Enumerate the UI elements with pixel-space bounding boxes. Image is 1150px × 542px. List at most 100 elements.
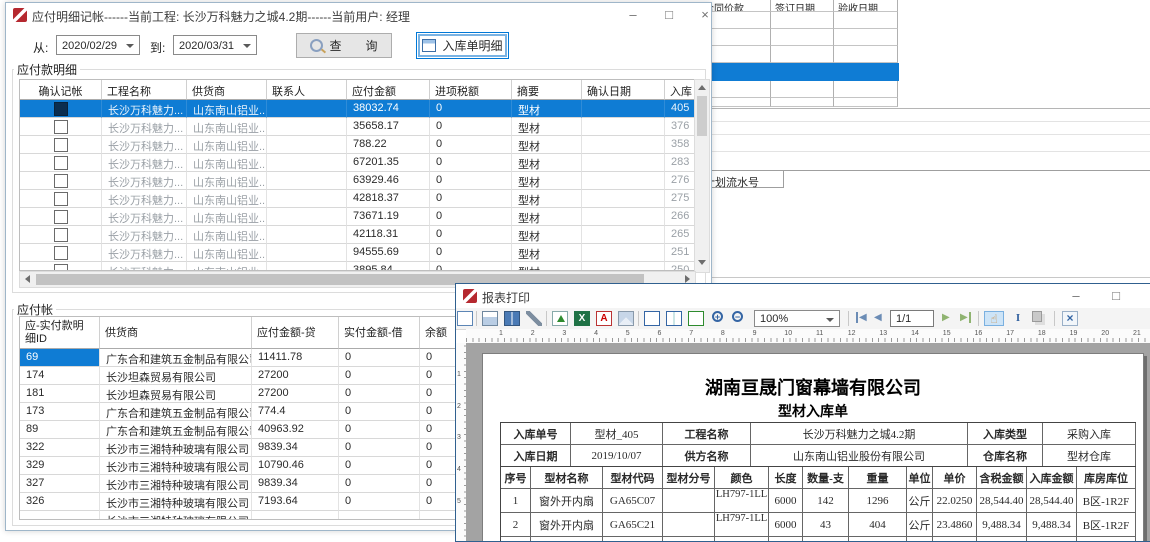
detail-table-row[interactable]: 长沙万科魅力... 山东南山铝业... 788.22 0 型材 358 <box>20 136 694 154</box>
contract-row[interactable] <box>700 12 899 29</box>
checkbox[interactable] <box>54 120 68 134</box>
confirm-cell[interactable] <box>20 190 102 208</box>
excel-export-icon[interactable]: X <box>574 311 590 326</box>
document-icon[interactable] <box>457 311 473 326</box>
contract-row[interactable] <box>700 46 899 63</box>
col-supplier[interactable]: 供货商 <box>100 317 252 349</box>
confirm-cell[interactable] <box>20 136 102 154</box>
cell-amount: 94555.69 <box>347 244 430 262</box>
preview-workspace[interactable]: 湖南亘晟门窗幕墙有限公司 型材入库单 入库单号 型材_405 工程名称 长沙万科… <box>466 343 1150 542</box>
first-page-icon[interactable]: ◀ <box>856 312 867 323</box>
chevron-down-icon[interactable] <box>243 44 251 48</box>
payable-window-titlebar[interactable]: 应付明细记帐------当前工程: 长沙万科魅力之城4.2期------当前用户… <box>6 3 711 27</box>
checkbox[interactable] <box>54 246 68 260</box>
col-payable[interactable]: 应付金额-贷 <box>252 317 339 349</box>
col-detail-id[interactable]: 应-实付款明细ID <box>20 317 100 349</box>
scroll-down-icon[interactable] <box>698 260 706 265</box>
col-project[interactable]: 工程名称 <box>102 80 187 100</box>
detail-vscrollbar[interactable] <box>694 79 710 273</box>
contract-row-selected[interactable] <box>700 63 899 81</box>
detail-group-label: 应付款明细 <box>14 61 80 78</box>
chevron-down-icon[interactable] <box>126 44 134 48</box>
minimize-button[interactable]: – <box>1061 286 1091 306</box>
checkbox[interactable] <box>54 102 68 116</box>
contract-row[interactable] <box>700 98 899 107</box>
mail-export-icon[interactable] <box>618 311 634 326</box>
maximize-button[interactable]: □ <box>1101 286 1131 306</box>
export-icon[interactable] <box>552 311 568 326</box>
copy-icon[interactable] <box>1032 311 1042 322</box>
checkbox[interactable] <box>54 192 68 206</box>
maximize-button[interactable]: □ <box>654 5 684 25</box>
detail-table-row[interactable]: 长沙万科魅力... 山东南山铝业... 63929.46 0 型材 276 <box>20 172 694 190</box>
settings-icon[interactable] <box>526 311 542 326</box>
confirm-cell[interactable] <box>20 262 102 270</box>
col-qty: 数量-支 <box>803 467 849 489</box>
close-button[interactable]: × <box>690 5 712 25</box>
prev-page-icon[interactable]: ◀ <box>874 312 882 323</box>
detail-table-row[interactable]: 长沙万科魅力... 山东南山铝业... 94555.69 0 型材 251 <box>20 244 694 262</box>
col-color: 颜色 <box>715 467 769 489</box>
confirm-cell[interactable] <box>20 154 102 172</box>
col-tax[interactable]: 进项税额 <box>430 80 512 100</box>
confirm-cell[interactable] <box>20 118 102 136</box>
single-page-view-icon[interactable] <box>644 311 660 326</box>
checkbox[interactable] <box>54 174 68 188</box>
text-select-tool-icon[interactable]: I <box>1010 311 1026 326</box>
to-date-combo[interactable]: 2020/03/31 <box>173 35 257 55</box>
multi-page-view-icon[interactable] <box>688 311 704 326</box>
zoom-in-icon[interactable]: + <box>712 311 723 322</box>
checkbox[interactable] <box>54 156 68 170</box>
checkbox[interactable] <box>54 138 68 152</box>
col-amount[interactable]: 应付金额 <box>347 80 430 100</box>
col-confirm[interactable]: 确认记帐 <box>20 80 102 100</box>
minimize-button[interactable]: – <box>618 5 648 25</box>
col-summary[interactable]: 摘要 <box>512 80 582 100</box>
next-page-icon[interactable]: ▶ <box>942 312 950 323</box>
col-supplier[interactable]: 供货商 <box>187 80 267 100</box>
zoom-level-combo[interactable]: 100% <box>754 310 840 327</box>
query-button[interactable]: 查 询 <box>296 33 392 58</box>
close-preview-icon[interactable]: × <box>1062 311 1078 326</box>
detail-table-header[interactable]: 确认记帐 工程名称 供货商 联系人 应付金额 进项税额 摘要 确认日期 入库 <box>20 80 694 100</box>
confirm-cell[interactable] <box>20 208 102 226</box>
inbound-detail-button[interactable]: 入库单明细 <box>416 32 509 59</box>
confirm-cell[interactable] <box>20 100 102 118</box>
detail-table-row[interactable]: 长沙万科魅力... 山东南山铝业... 42118.31 0 型材 265 <box>20 226 694 244</box>
checkbox[interactable] <box>54 264 68 270</box>
confirm-cell[interactable] <box>20 226 102 244</box>
contract-row[interactable] <box>700 29 899 46</box>
col-paid[interactable]: 实付金额-借 <box>339 317 420 349</box>
checkbox[interactable] <box>54 228 68 242</box>
report-window-titlebar[interactable]: 报表打印 – □ <box>456 284 1150 308</box>
detail-table-row[interactable]: 长沙万科魅力... 山东南山铝业... 3895.84 0 型材 250 <box>20 262 694 270</box>
col-contact[interactable]: 联系人 <box>267 80 347 100</box>
print-icon[interactable] <box>482 311 498 326</box>
payable-window-title: 应付明细记帐------当前工程: 长沙万科魅力之城4.2期------当前用户… <box>32 8 410 25</box>
detail-table-row[interactable]: 长沙万科魅力... 山东南山铝业... 42818.37 0 型材 275 <box>20 190 694 208</box>
inbound-date-label: 入库日期 <box>501 445 571 467</box>
checkbox[interactable] <box>54 210 68 224</box>
chevron-down-icon[interactable] <box>826 318 834 322</box>
col-inbound[interactable]: 入库 <box>665 80 694 100</box>
detail-table-row[interactable]: 长沙万科魅力... 山东南山铝业... 35658.17 0 型材 376 <box>20 118 694 136</box>
zoom-out-icon[interactable]: − <box>732 311 743 322</box>
vscroll-thumb[interactable] <box>697 96 707 136</box>
scroll-up-icon[interactable] <box>698 85 706 90</box>
scroll-right-icon[interactable] <box>685 275 690 283</box>
scroll-left-icon[interactable] <box>25 275 30 283</box>
last-page-icon[interactable]: ▶ <box>960 312 971 323</box>
from-date-combo[interactable]: 2020/02/29 <box>56 35 140 55</box>
confirm-cell[interactable] <box>20 244 102 262</box>
detail-table-row[interactable]: 长沙万科魅力... 山东南山铝业... 38032.74 0 型材 405 <box>20 100 694 118</box>
confirm-cell[interactable] <box>20 172 102 190</box>
hand-tool-icon[interactable]: ☝ <box>984 311 1004 326</box>
contract-row[interactable] <box>700 81 899 98</box>
detail-table-row[interactable]: 长沙万科魅力... 山东南山铝业... 67201.35 0 型材 283 <box>20 154 694 172</box>
detail-table-row[interactable]: 长沙万科魅力... 山东南山铝业... 73671.19 0 型材 266 <box>20 208 694 226</box>
pdf-export-icon[interactable]: A <box>596 311 612 326</box>
preview-icon[interactable] <box>504 311 520 326</box>
page-number-box[interactable]: 1/1 <box>890 310 934 327</box>
two-page-view-icon[interactable] <box>666 311 682 326</box>
col-confirm-date[interactable]: 确认日期 <box>582 80 665 100</box>
